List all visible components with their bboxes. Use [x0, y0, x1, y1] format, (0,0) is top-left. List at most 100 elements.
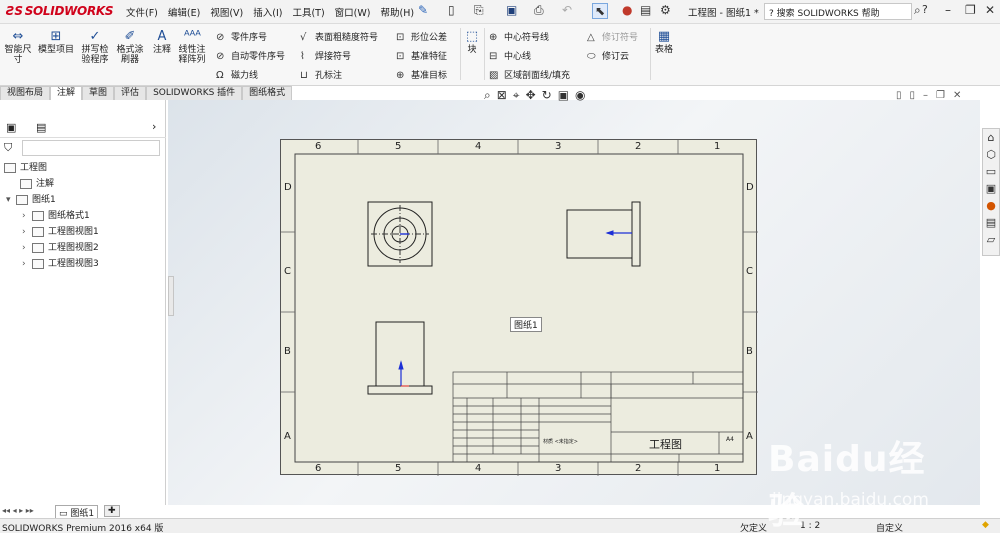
tables-button[interactable]: ▦ 表格	[653, 30, 675, 56]
blocks-button[interactable]: ⬚ 块	[463, 30, 481, 56]
tree-item-sheet1[interactable]: ▾ 图纸1	[6, 192, 56, 205]
rotate-icon[interactable]: ↻	[542, 88, 558, 102]
view-palette-icon[interactable]: ▣	[983, 180, 999, 197]
datum-target-button[interactable]: ⊕ 基准目标	[396, 68, 447, 81]
revision-symbol-button[interactable]: △ 修订符号	[587, 30, 638, 43]
split-icon[interactable]: ▯	[910, 90, 924, 101]
help-search-input[interactable]: ? 搜索 SOLIDWORKS 帮助	[764, 3, 912, 20]
zone-label: C	[746, 266, 753, 277]
datum-target-icon: ⊕	[396, 70, 405, 81]
file-explorer-icon[interactable]: ▭	[983, 163, 999, 180]
datum-feature-button[interactable]: ⊡ 基准特征	[396, 49, 447, 62]
weld-symbol-button[interactable]: ⌇ 焊接符号	[300, 49, 351, 62]
revision-cloud-button[interactable]: ⬭ 修订云	[587, 49, 629, 62]
display-style-icon[interactable]: ▣	[558, 88, 575, 102]
tree-item-drawing-view2[interactable]: › 工程图视图2	[22, 240, 99, 253]
menu-tools[interactable]: 工具(T)	[292, 5, 324, 19]
format-painter-button[interactable]: ✐ 格式涂刷器	[114, 30, 146, 66]
geometric-tolerance-button[interactable]: ⊡ 形位公差	[396, 30, 447, 43]
open-icon[interactable]: ⎘	[474, 3, 484, 18]
help-question-icon[interactable]: ?	[922, 3, 928, 16]
select-icon[interactable]: ⬉	[592, 3, 609, 19]
property-manager-tab-icon[interactable]: ▤	[36, 121, 46, 134]
bottom-zone-labels: 6 5 4 3 2 1	[281, 462, 758, 476]
zoom-area-icon[interactable]: ⊠	[497, 88, 513, 102]
auto-balloon-button[interactable]: ⊘ 自动零件序号	[216, 49, 285, 62]
tab-addins[interactable]: SOLIDWORKS 插件	[146, 86, 243, 100]
hide-show-icon[interactable]: ◉	[575, 88, 591, 102]
pan-icon[interactable]: ✥	[526, 88, 542, 102]
tab-sheet-format[interactable]: 图纸格式	[242, 86, 293, 100]
restore-icon[interactable]: ❐	[936, 90, 953, 101]
balloon-button[interactable]: ⊘ 零件序号	[216, 30, 267, 43]
expand-icon[interactable]: ›	[22, 243, 32, 253]
expand-icon[interactable]: ›	[22, 259, 32, 269]
smart-dimension-button[interactable]: ⇔ 智能尺寸	[2, 30, 34, 66]
pin-icon[interactable]: ✎	[418, 3, 428, 17]
filter-input[interactable]	[22, 140, 160, 156]
rebuild-icon[interactable]: ●	[622, 3, 632, 17]
split-icon[interactable]: ▯	[896, 90, 910, 101]
sheet-name-label[interactable]: 图纸1	[510, 317, 542, 332]
area-hatch-button[interactable]: ▨ 区域剖面线/填充	[489, 68, 570, 81]
resources-icon[interactable]: ⬡	[983, 146, 999, 163]
menu-file[interactable]: 文件(F)	[126, 5, 158, 19]
zone-label: 3	[555, 141, 562, 152]
zoom-fit-icon[interactable]: ⌕	[484, 88, 497, 102]
appearances-icon[interactable]: ●	[983, 197, 999, 214]
expand-icon[interactable]: ›	[22, 227, 32, 237]
close-icon[interactable]: ✕	[985, 3, 995, 17]
tab-sketch[interactable]: 草图	[82, 86, 115, 100]
sheet-nav-arrows[interactable]: ◂◂ ◂ ▸ ▸▸	[2, 506, 34, 515]
rebuild-status-icon[interactable]: ◆	[982, 520, 989, 530]
filter-icon[interactable]: ⛉	[4, 141, 12, 155]
hole-callout-button[interactable]: ⊔ 孔标注	[300, 68, 342, 81]
restore-icon[interactable]: ❐	[965, 3, 976, 17]
center-mark-button[interactable]: ⊕ 中心符号线	[489, 30, 549, 43]
heads-up-view-toolbar[interactable]: ⌕⊠⌖✥↻▣◉	[484, 88, 592, 103]
surface-finish-button[interactable]: √ 表面粗糙度符号	[300, 30, 378, 43]
menu-edit[interactable]: 编辑(E)	[168, 5, 200, 19]
collapse-icon[interactable]: ▾	[6, 195, 16, 205]
tab-annotation[interactable]: 注解	[50, 86, 83, 100]
tree-root[interactable]: 工程图	[4, 160, 47, 173]
minimize-icon[interactable]: –	[945, 3, 951, 17]
tab-view-layout[interactable]: 视图布局	[0, 86, 51, 100]
spell-checker-button[interactable]: ✓ 拼写检验程序	[78, 30, 112, 66]
minimize-icon[interactable]: –	[923, 90, 936, 101]
drawing-sheet[interactable]: 6 5 4 3 2 1 6 5 4 3 2 1 D C B A D C B A …	[280, 139, 758, 476]
forum-icon[interactable]: ▱	[983, 231, 999, 248]
centerline-button[interactable]: ⊟ 中心线	[489, 49, 531, 62]
model-items-button[interactable]: ⊞ 模型项目	[38, 30, 74, 56]
undo-icon[interactable]: ↶	[562, 3, 572, 17]
home-icon[interactable]: ⌂	[983, 129, 999, 146]
tab-evaluate[interactable]: 评估	[114, 86, 147, 100]
save-icon[interactable]: ▣	[506, 3, 517, 17]
menu-insert[interactable]: 插入(I)	[253, 5, 282, 19]
linear-note-pattern-button[interactable]: ᴬᴬᴬ 线性注释阵列	[176, 30, 208, 66]
drawing-view-2	[566, 201, 641, 267]
panel-collapse-handle[interactable]	[168, 276, 174, 316]
menu-window[interactable]: 窗口(W)	[335, 5, 371, 19]
add-sheet-icon[interactable]: ✚	[104, 505, 120, 517]
feature-manager-tab-icon[interactable]: ▣	[6, 121, 16, 134]
print-icon[interactable]: ⎙	[534, 3, 544, 18]
expand-icon[interactable]: ›	[22, 211, 32, 221]
tree-item-drawing-view1[interactable]: › 工程图视图1	[22, 224, 99, 237]
magnetic-line-button[interactable]: Ω 磁力线	[216, 68, 258, 81]
custom-properties-icon[interactable]: ▤	[983, 214, 999, 231]
tree-item-sheet-format1[interactable]: › 图纸格式1	[22, 208, 90, 221]
menu-view[interactable]: 视图(V)	[210, 5, 243, 19]
previous-view-icon[interactable]: ⌖	[513, 88, 526, 102]
tree-item-annotations[interactable]: 注解	[20, 176, 54, 189]
close-icon[interactable]: ✕	[953, 90, 969, 101]
menu-help[interactable]: 帮助(H)	[380, 5, 414, 19]
file-properties-icon[interactable]: ▤	[640, 3, 651, 17]
new-document-icon[interactable]: ▯	[448, 3, 455, 17]
search-icon[interactable]: ⌕	[914, 3, 921, 18]
annotations-icon	[20, 178, 32, 189]
note-button[interactable]: A 注释	[150, 30, 174, 56]
tree-item-drawing-view3[interactable]: › 工程图视图3	[22, 256, 99, 269]
options-gear-icon[interactable]: ⚙	[660, 3, 671, 17]
chevron-right-icon[interactable]: ›	[152, 120, 156, 133]
